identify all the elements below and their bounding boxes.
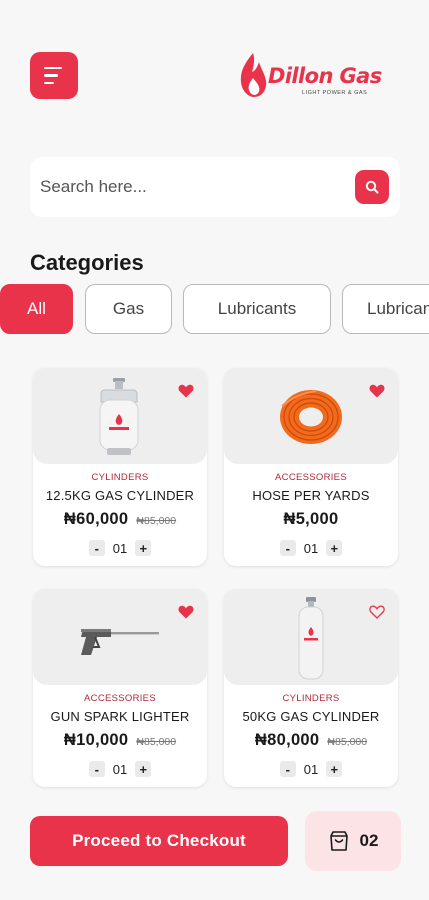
product-name: GUN SPARK LIGHTER [50, 709, 190, 724]
favorite-heart-outline-icon[interactable] [369, 605, 385, 619]
quantity-stepper: - 01 + [33, 540, 207, 556]
product-prices: ₦80,000 ₦85,000 [224, 731, 398, 750]
quantity-value: 01 [303, 761, 319, 777]
gas-cylinder-image [298, 597, 324, 680]
product-price: ₦60,000 [63, 510, 129, 528]
spark-lighter-image [81, 629, 159, 655]
category-chips: All Gas Lubricants Lubricants [0, 284, 429, 336]
product-image-area [33, 368, 207, 464]
favorite-heart-icon[interactable] [369, 384, 385, 398]
product-category: CYLINDERS [91, 472, 149, 483]
increase-qty-button[interactable]: + [135, 540, 152, 556]
increase-qty-button[interactable]: + [135, 761, 152, 777]
category-chip-lubricants-2[interactable]: Lubricants [342, 284, 429, 334]
quantity-stepper: - 01 + [33, 761, 207, 777]
search-input[interactable] [40, 177, 330, 197]
product-price: ₦80,000 [254, 731, 320, 749]
flame-icon [240, 53, 267, 97]
product-category: ACCESSORIES [84, 693, 156, 704]
product-card[interactable]: ACCESSORIES HOSE PER YARDS ₦5,000 - 01 + [224, 368, 398, 566]
cart-button[interactable]: 02 [305, 811, 401, 871]
product-category: CYLINDERS [282, 693, 340, 704]
product-category: ACCESSORIES [275, 472, 347, 483]
quantity-stepper: - 01 + [224, 761, 398, 777]
brand-logo: Dillon Gas LIGHT POWER & GAS [238, 52, 404, 102]
product-image-area [33, 589, 207, 685]
menu-button[interactable] [30, 52, 78, 99]
favorite-heart-icon[interactable] [178, 384, 194, 398]
product-image-area [224, 368, 398, 464]
quantity-stepper: - 01 + [224, 540, 398, 556]
product-name: 50KG GAS CYLINDER [242, 709, 380, 724]
decrease-qty-button[interactable]: - [279, 761, 296, 777]
product-prices: ₦60,000 ₦85,000 [33, 510, 207, 529]
checkout-button[interactable]: Proceed to Checkout [30, 816, 288, 866]
product-name: HOSE PER YARDS [252, 488, 370, 503]
category-chip-lubricants[interactable]: Lubricants [183, 284, 331, 334]
gas-cylinder-image [99, 378, 139, 455]
product-name: 12.5KG GAS CYLINDER [45, 488, 195, 503]
product-prices: ₦10,000 ₦85,000 [33, 731, 207, 750]
cart-count: 02 [359, 831, 379, 850]
product-price: ₦5,000 [283, 510, 339, 528]
logo-tagline: LIGHT POWER & GAS [302, 90, 368, 96]
increase-qty-button[interactable]: + [326, 761, 343, 777]
increase-qty-button[interactable]: + [326, 540, 343, 556]
shopping-bag-icon [329, 831, 348, 851]
quantity-value: 01 [112, 761, 128, 777]
product-old-price: ₦85,000 [136, 736, 177, 748]
search-icon [365, 180, 379, 194]
favorite-heart-icon[interactable] [178, 605, 194, 619]
decrease-qty-button[interactable]: - [88, 540, 105, 556]
categories-title: Categories [30, 250, 144, 275]
product-card[interactable]: ACCESSORIES GUN SPARK LIGHTER ₦10,000 ₦8… [33, 589, 207, 787]
product-card[interactable]: CYLINDERS 12.5KG GAS CYLINDER ₦60,000 ₦8… [33, 368, 207, 566]
product-image-area [224, 589, 398, 685]
quantity-value: 01 [112, 540, 128, 556]
search-button[interactable] [355, 170, 389, 204]
product-old-price: ₦85,000 [327, 736, 368, 748]
search-bar [30, 157, 400, 217]
decrease-qty-button[interactable]: - [88, 761, 105, 777]
product-price: ₦10,000 [63, 731, 129, 749]
product-old-price: ₦85,000 [136, 515, 177, 527]
product-prices: ₦5,000 [224, 510, 398, 529]
logo-text: Dillon Gas [268, 64, 382, 88]
hose-image [280, 390, 342, 444]
category-chip-all[interactable]: All [0, 284, 73, 334]
hamburger-menu-icon [44, 66, 62, 70]
quantity-value: 01 [303, 540, 319, 556]
product-card[interactable]: CYLINDERS 50KG GAS CYLINDER ₦80,000 ₦85,… [224, 589, 398, 787]
decrease-qty-button[interactable]: - [279, 540, 296, 556]
category-chip-gas[interactable]: Gas [85, 284, 172, 334]
